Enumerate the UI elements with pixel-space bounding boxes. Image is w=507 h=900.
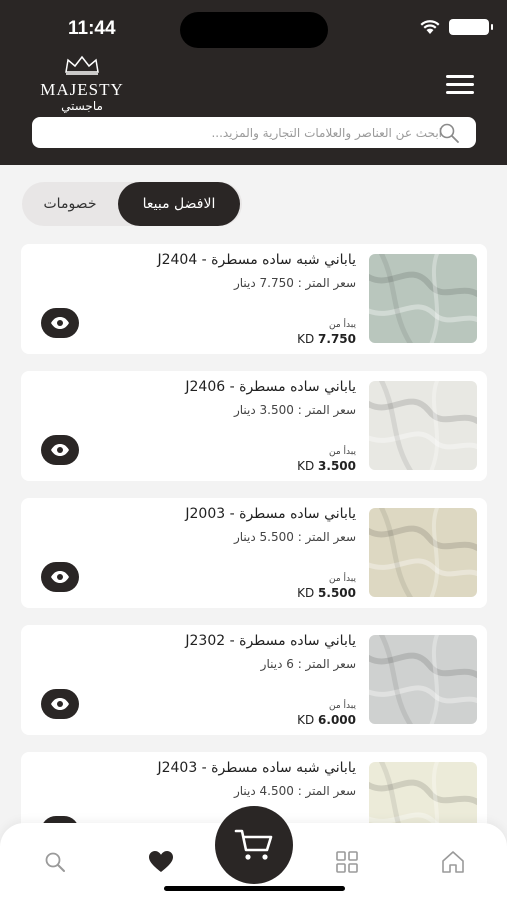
status-icons: [419, 19, 493, 35]
battery-icon: [449, 19, 493, 35]
status-time: 11:44: [68, 18, 116, 39]
starts-from-label: يبدأ من: [329, 447, 356, 457]
majesty-logo: MAJESTY ماجستي: [34, 55, 130, 113]
price-per-meter: سعر المتر : 4.500 دينار: [233, 784, 356, 798]
search-bar[interactable]: [32, 117, 476, 148]
hamburger-menu-icon[interactable]: [446, 75, 474, 95]
price-value: 3.500: [318, 459, 356, 473]
product-title: ياباني ساده مسطرة - J2406: [185, 379, 356, 395]
tabbar-favorites[interactable]: [148, 849, 174, 875]
eye-icon: [51, 444, 69, 456]
dynamic-island: [180, 12, 328, 48]
price-value: 5.500: [318, 586, 356, 600]
home-indicator: [164, 886, 345, 891]
price-per-meter: سعر المتر : 5.500 دينار: [233, 530, 356, 544]
eye-icon: [51, 698, 69, 710]
currency: KD: [297, 713, 315, 727]
product-title: ياباني ساده مسطرة - J2302: [185, 633, 356, 649]
product-card[interactable]: ياباني ساده مسطرة - J2406 سعر المتر : 3.…: [21, 371, 487, 481]
eye-icon: [51, 317, 69, 329]
product-image: [369, 508, 477, 597]
product-card[interactable]: ياباني ساده مسطرة - J2003 سعر المتر : 5.…: [21, 498, 487, 608]
view-button[interactable]: [41, 562, 79, 592]
starts-from-label: يبدأ من: [329, 701, 356, 711]
tabbar-home[interactable]: [440, 849, 466, 875]
view-button[interactable]: [41, 689, 79, 719]
grid-icon: [336, 851, 358, 873]
product-card[interactable]: ياباني ساده مسطرة - J2302 سعر المتر : 6 …: [21, 625, 487, 735]
cart-button[interactable]: [215, 806, 293, 884]
currency: KD: [297, 586, 315, 600]
product-image: [369, 254, 477, 343]
heart-icon: [149, 851, 173, 872]
tabbar-categories[interactable]: [334, 849, 360, 875]
product-price: KD 6.000: [297, 713, 356, 727]
price-value: 7.750: [318, 332, 356, 346]
product-title: ياباني ساده مسطرة - J2003: [185, 506, 356, 522]
price-value: 6.000: [318, 713, 356, 727]
view-button[interactable]: [41, 308, 79, 338]
price-per-meter: سعر المتر : 3.500 دينار: [233, 403, 356, 417]
product-price: KD 5.500: [297, 586, 356, 600]
price-per-meter: سعر المتر : 6 دينار: [260, 657, 356, 671]
product-image: [369, 635, 477, 724]
starts-from-label: يبدأ من: [329, 320, 356, 330]
logo-arabic: ماجستي: [61, 99, 103, 113]
cart-icon: [234, 829, 273, 860]
currency: KD: [297, 459, 315, 473]
home-icon: [442, 851, 464, 873]
logo-text: MAJESTY: [40, 80, 124, 99]
search-icon[interactable]: [438, 122, 460, 144]
product-price: KD 7.750: [297, 332, 356, 346]
view-button[interactable]: [41, 435, 79, 465]
crown-icon: [65, 55, 99, 75]
price-per-meter: سعر المتر : 7.750 دينار: [233, 276, 356, 290]
wifi-icon: [420, 20, 440, 34]
filter-tabs: خصومات الافضل مبيعا: [22, 182, 242, 226]
tab-discounts[interactable]: خصومات: [22, 182, 118, 226]
product-price: KD 3.500: [297, 459, 356, 473]
app-header: 11:44 MAJESTY ماجستي: [0, 0, 507, 165]
search-input[interactable]: [42, 117, 442, 148]
search-icon: [45, 852, 65, 872]
product-title: ياباني شبه ساده مسطرة - J2403: [157, 760, 356, 776]
starts-from-label: يبدأ من: [329, 574, 356, 584]
currency: KD: [297, 332, 315, 346]
product-card[interactable]: ياباني شبه ساده مسطرة - J2404 سعر المتر …: [21, 244, 487, 354]
tab-best-sellers[interactable]: الافضل مبيعا: [118, 182, 240, 226]
eye-icon: [51, 571, 69, 583]
product-title: ياباني شبه ساده مسطرة - J2404: [157, 252, 356, 268]
product-image: [369, 381, 477, 470]
tabbar-search[interactable]: [42, 849, 68, 875]
